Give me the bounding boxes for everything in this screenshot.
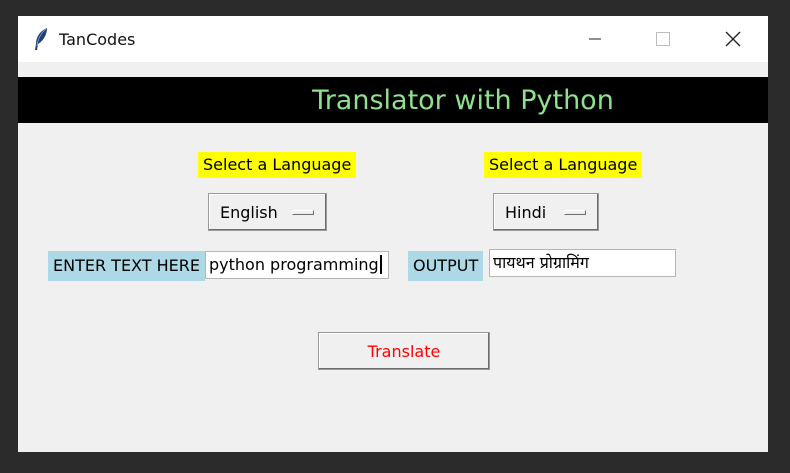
source-language-label: Select a Language <box>198 152 357 178</box>
source-language-dropdown[interactable]: English <box>208 193 327 231</box>
dropdown-indicator-icon <box>292 210 314 215</box>
feather-icon <box>32 27 50 51</box>
target-language-label: Select a Language <box>484 152 643 178</box>
source-language-value: English <box>220 202 278 222</box>
target-language-value: Hindi <box>505 202 547 222</box>
header-banner: Translator with Python <box>18 77 768 123</box>
minimize-icon[interactable] <box>572 16 618 62</box>
output-text-field[interactable]: पायथन प्रोग्रामिंग <box>489 249 676 277</box>
translate-button[interactable]: Translate <box>318 332 490 370</box>
title-bar[interactable]: TanCodes <box>18 16 768 62</box>
input-text-label: ENTER TEXT HERE <box>48 251 205 281</box>
output-text-value: पायथन प्रोग्रामिंग <box>493 253 589 272</box>
app-window: TanCodes Translator with Python Select a… <box>18 16 768 452</box>
maximize-icon[interactable] <box>640 16 686 62</box>
dropdown-indicator-icon <box>564 210 586 215</box>
source-text-value: python programming <box>209 255 379 274</box>
close-icon[interactable] <box>710 16 756 62</box>
translate-button-label: Translate <box>367 341 441 361</box>
source-text-input[interactable]: python programming <box>205 251 389 279</box>
text-cursor <box>379 255 382 274</box>
output-label: OUTPUT <box>408 251 484 281</box>
app-heading: Translator with Python <box>312 84 614 116</box>
window-title: TanCodes <box>59 30 136 49</box>
target-language-dropdown[interactable]: Hindi <box>493 193 599 231</box>
